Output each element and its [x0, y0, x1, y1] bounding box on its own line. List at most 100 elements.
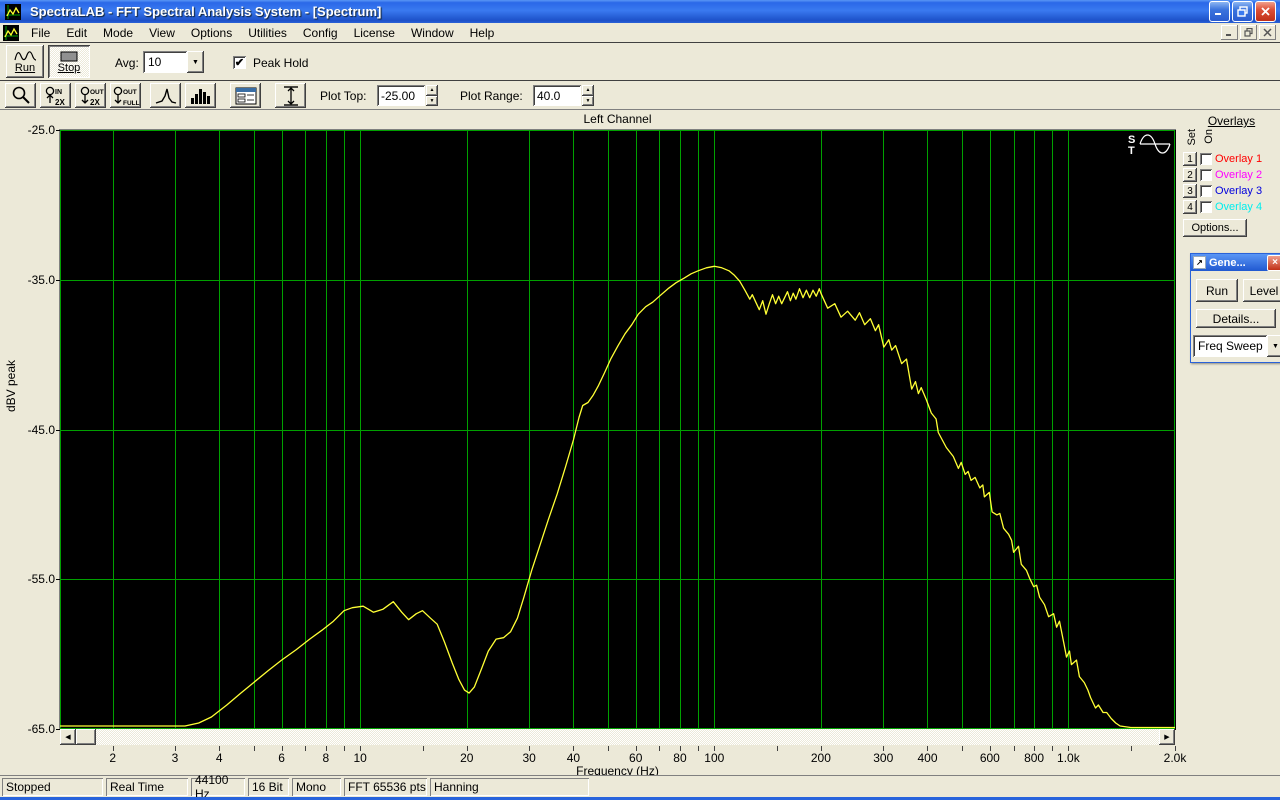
x-tick-label: 4: [215, 751, 223, 765]
generator-mode-value: Freq Sweep: [1193, 335, 1267, 357]
close-button[interactable]: [1255, 1, 1276, 22]
overlay-on-checkbox[interactable]: [1200, 153, 1212, 165]
spectrum-window-icon[interactable]: [3, 24, 19, 41]
menu-item-file[interactable]: File: [23, 24, 58, 42]
zoom-select-button[interactable]: [5, 83, 36, 108]
app-icon: [5, 3, 21, 20]
spectrum-curve-icon: [155, 88, 176, 104]
title-bar[interactable]: SpectraLAB - FFT Spectral Analysis Syste…: [0, 0, 1280, 23]
scrollbar-thumb[interactable]: [76, 729, 96, 745]
x-tick-label: 2.0k: [1163, 751, 1187, 765]
x-tick-label: 60: [629, 751, 643, 765]
restore-button[interactable]: [1232, 1, 1253, 22]
zoom-in-2x-button[interactable]: IN 2X: [40, 83, 71, 108]
child-close-button[interactable]: [1259, 25, 1276, 40]
peak-hold-label: Peak Hold: [253, 56, 309, 70]
generator-close-button[interactable]: ×: [1267, 254, 1280, 271]
peak-hold-checkbox[interactable]: ✔: [233, 56, 246, 69]
minimize-button[interactable]: [1209, 1, 1230, 22]
sine-wave-icon: [1139, 134, 1171, 154]
generator-details-button[interactable]: Details...: [1196, 309, 1276, 328]
spin-up-icon: ▲: [426, 85, 438, 96]
overlay-row: 1 Overlay 1: [1183, 151, 1280, 167]
x-tick-mark: [1131, 746, 1132, 751]
menu-bar: File Edit Mode View Options Utilities Config Li…: [0, 23, 1280, 43]
menu-item-window[interactable]: Window: [403, 24, 462, 42]
overlays-options-button[interactable]: Options...: [1183, 219, 1247, 237]
child-restore-button[interactable]: [1240, 25, 1257, 40]
bar-chart-icon: [190, 88, 210, 104]
menu-item-edit[interactable]: Edit: [58, 24, 95, 42]
status-bar: Stopped Real Time 44100 Hz 16 Bit Mono FFT 65…: [0, 773, 1280, 800]
overlay-on-checkbox[interactable]: [1200, 201, 1212, 213]
overlay-on-checkbox[interactable]: [1200, 169, 1212, 181]
chevron-down-icon[interactable]: ▼: [187, 51, 204, 73]
zoom-out-icon: OUT 2X: [80, 86, 103, 107]
spin-down-icon: ▼: [426, 95, 438, 106]
spin-up-icon: ▲: [582, 85, 594, 96]
overlay-set-button[interactable]: 4: [1183, 200, 1197, 214]
plot-top-spinner[interactable]: ▲ ▼: [426, 85, 438, 106]
overlay-set-button[interactable]: 3: [1183, 184, 1197, 198]
menu-item-view[interactable]: View: [141, 24, 183, 42]
x-tick-label: 3: [171, 751, 179, 765]
spectrum-view-button[interactable]: [150, 83, 181, 108]
overlay-label: Overlay 2: [1215, 169, 1263, 181]
overlay-on-checkbox[interactable]: [1200, 185, 1212, 197]
zoom-out-full-button[interactable]: OUT FULL: [110, 83, 141, 108]
menu-item-license[interactable]: License: [346, 24, 403, 42]
chevron-down-icon[interactable]: ▼: [1267, 335, 1280, 357]
child-minimize-button[interactable]: [1221, 25, 1238, 40]
avg-select[interactable]: 10 ▼: [143, 51, 204, 73]
overlay-set-button[interactable]: 2: [1183, 168, 1197, 182]
plot-top-input[interactable]: -25.00: [377, 85, 425, 106]
display-options-button[interactable]: [230, 83, 261, 108]
x-tick-label: 300: [873, 751, 894, 765]
y-tick-label: -25.0: [27, 123, 55, 137]
status-panel: Stopped: [2, 778, 103, 796]
trace-left-channel-peak-hold: [60, 265, 1175, 729]
generator-window: ↗ Gene... × Run Level Details... Freq Sw…: [1190, 253, 1280, 363]
bar-view-button[interactable]: [185, 83, 216, 108]
plot-h-scrollbar[interactable]: ◀ ▶: [60, 729, 1175, 745]
menu-item-utilities[interactable]: Utilities: [240, 24, 295, 42]
overlay-label: Overlay 3: [1215, 185, 1263, 197]
overlays-set-label: Set: [1186, 129, 1198, 146]
overlay-set-button[interactable]: 1: [1183, 152, 1197, 166]
y-axis-title: dBV peak: [4, 360, 18, 413]
overlay-row: 3 Overlay 3: [1183, 183, 1280, 199]
svg-text:OUT: OUT: [123, 89, 137, 96]
status-panel: Hanning: [430, 778, 589, 796]
zoom-out-2x-button[interactable]: OUT 2X: [75, 83, 106, 108]
plot-range-input[interactable]: 40.0: [533, 85, 581, 106]
y-tick-mark: [56, 429, 60, 431]
x-tick-mark: [962, 746, 963, 751]
plot-range-spinner[interactable]: ▲ ▼: [582, 85, 594, 106]
options-dialog-icon: [235, 87, 256, 104]
run-button[interactable]: Run: [6, 45, 44, 78]
menu-item-options[interactable]: Options: [183, 24, 240, 42]
y-tick-mark: [56, 579, 60, 581]
generator-run-button[interactable]: Run: [1196, 279, 1238, 302]
menu-item-mode[interactable]: Mode: [95, 24, 141, 42]
stop-button[interactable]: Stop: [48, 45, 90, 78]
menu-item-config[interactable]: Config: [295, 24, 346, 42]
x-tick-label: 200: [810, 751, 831, 765]
vertical-scale-button[interactable]: [275, 83, 306, 108]
stop-icon: [60, 51, 78, 61]
status-panel: 16 Bit: [248, 778, 289, 796]
scroll-right-arrow-icon[interactable]: ▶: [1159, 729, 1175, 745]
y-tick-label: -65.0: [27, 722, 55, 736]
scroll-left-arrow-icon[interactable]: ◀: [60, 729, 76, 745]
svg-text:2X: 2X: [90, 98, 100, 107]
generator-mode-select[interactable]: Freq Sweep ▼: [1193, 335, 1280, 357]
spectrum-plot[interactable]: ST: [59, 129, 1176, 730]
zoom-in-icon: IN 2X: [45, 86, 65, 107]
x-tick-mark: [608, 746, 609, 751]
application-window: SpectraLAB - FFT Spectral Analysis Syste…: [0, 0, 1280, 800]
menu-item-help[interactable]: Help: [462, 24, 503, 42]
zoom-toolbar: IN 2X OUT 2X OUT FULL Plot Top: -25.00 ▲…: [0, 81, 1280, 110]
svg-text:FULL: FULL: [123, 100, 140, 107]
generator-level-button[interactable]: Level: [1243, 279, 1280, 302]
generator-title-bar[interactable]: ↗ Gene... ×: [1191, 254, 1280, 271]
